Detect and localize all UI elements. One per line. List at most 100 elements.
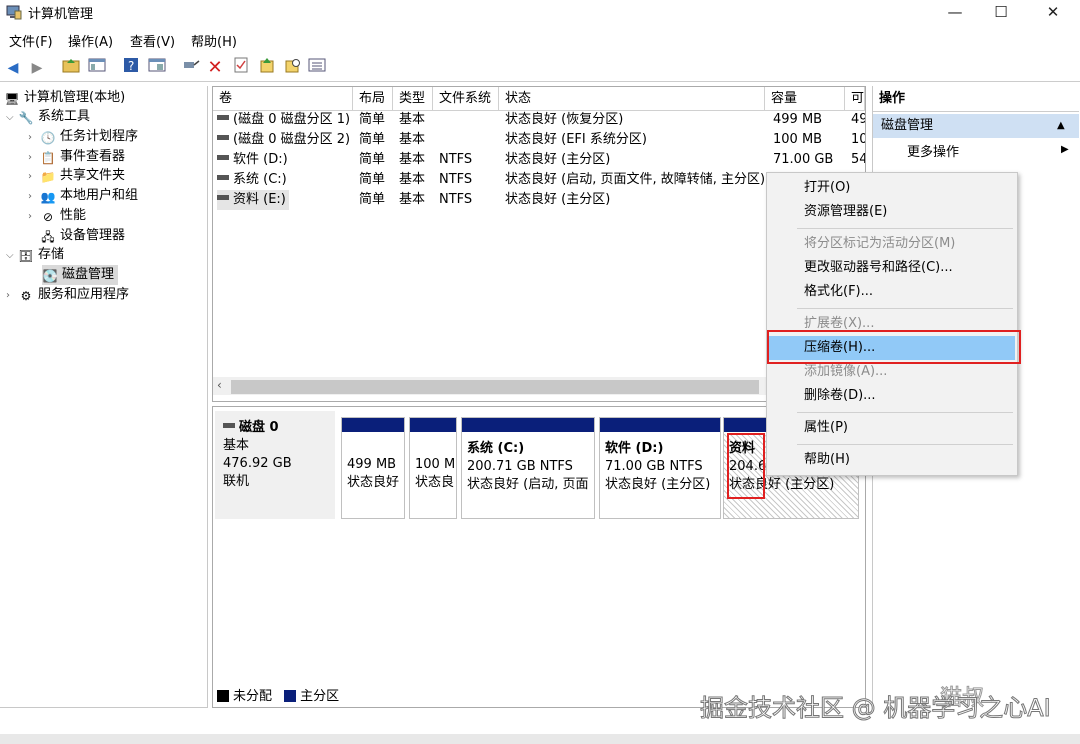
up-folder-icon[interactable] <box>60 57 82 79</box>
column-filesystem[interactable]: 文件系统 <box>433 87 499 111</box>
partition-d[interactable]: 软件 (D:) 71.00 GB NTFS 状态良好 (主分区) <box>599 417 721 519</box>
cell-layout: 简单 <box>359 112 386 127</box>
watermark: 掘金技术社区 @ 机器学习之心AI <box>700 694 1052 723</box>
disk-info[interactable]: 磁盘 0 基本 476.92 GB 联机 <box>215 411 335 519</box>
menu-item-properties[interactable]: 属性(P) <box>769 416 1015 440</box>
minimize-button[interactable]: — <box>932 0 978 26</box>
connect-icon[interactable] <box>180 57 202 79</box>
properties-view-icon[interactable] <box>146 57 168 79</box>
back-icon[interactable]: ◀ <box>2 57 24 79</box>
column-free[interactable]: 可 <box>845 87 865 111</box>
export-icon[interactable] <box>256 57 278 79</box>
help-icon[interactable]: ? <box>120 57 142 79</box>
maximize-button[interactable]: ☐ <box>978 0 1024 26</box>
navigation-tree: 🖥 计算机管理(本地) ⌵ 🔧 系统工具 › 🕓 任务计划程序 › 📋 事件查看器 › 📁 共享文… <box>0 86 208 708</box>
table-row[interactable]: (磁盘 0 磁盘分区 1) 简单 基本 状态良好 (恢复分区) 499 MB 4… <box>213 110 865 130</box>
drive-icon <box>217 135 229 140</box>
tree-item-label: 服务和应用程序 <box>38 287 130 302</box>
collapsed-chevron-icon[interactable]: › <box>6 286 18 306</box>
tools-icon: 🔧 <box>18 111 34 125</box>
menu-action[interactable]: 操作(A) <box>68 31 113 50</box>
volume-name: 资料 (E:) <box>233 192 286 207</box>
menu-item-delete-volume[interactable]: 删除卷(D)... <box>769 384 1015 408</box>
close-button[interactable]: ✕ <box>1030 0 1076 26</box>
drive-icon <box>217 115 229 120</box>
menu-item-help[interactable]: 帮助(H) <box>769 448 1015 472</box>
cell-capacity: 499 MB <box>773 112 823 127</box>
disk-name-row: 磁盘 0 <box>223 419 327 437</box>
partition-c[interactable]: 系统 (C:) 200.71 GB NTFS 状态良好 (启动, 页面 <box>461 417 595 519</box>
collapsed-chevron-icon[interactable]: › <box>28 128 40 148</box>
tree-item-task-scheduler[interactable]: › 🕓 任务计划程序 <box>28 127 138 147</box>
volume-name: 软件 (D:) <box>233 152 288 167</box>
column-capacity[interactable]: 容量 <box>765 87 845 111</box>
collapsed-chevron-icon[interactable]: › <box>28 167 40 187</box>
cell-type: 基本 <box>399 132 426 147</box>
menu-item-explorer[interactable]: 资源管理器(E) <box>769 200 1015 224</box>
tree-item-computer-management[interactable]: 🖥 计算机管理(本地) <box>4 88 125 108</box>
partition-efi[interactable]: 100 M 状态良 <box>409 417 457 519</box>
menu-item-change-drive-letter[interactable]: 更改驱动器号和路径(C)... <box>769 256 1015 280</box>
more-actions[interactable]: 更多操作 <box>907 142 959 164</box>
check-icon[interactable] <box>230 57 252 79</box>
cell-filesystem: NTFS <box>439 192 473 207</box>
expanded-chevron-icon[interactable]: ⌵ <box>6 246 18 266</box>
window-title: 计算机管理 <box>28 7 94 22</box>
column-volume[interactable]: 卷 <box>213 87 353 111</box>
title-bar: 计算机管理 — ☐ ✕ <box>0 0 1080 26</box>
menu-help[interactable]: 帮助(H) <box>191 31 237 50</box>
cell-layout: 简单 <box>359 172 386 187</box>
storage-icon: 🗄 <box>18 249 34 263</box>
tree-item-device-manager[interactable]: 🖧 设备管理器 <box>28 226 125 246</box>
scroll-left-icon[interactable]: ‹ <box>217 378 222 392</box>
drive-icon <box>217 155 229 160</box>
cell-layout: 简单 <box>359 152 386 167</box>
forward-icon[interactable]: ▶ <box>26 57 48 79</box>
collapse-arrow-icon[interactable]: ▲ <box>1057 114 1065 138</box>
partition-recovery[interactable]: 499 MB 状态良好 <box>341 417 405 519</box>
tree-item-services-apps[interactable]: › ⚙ 服务和应用程序 <box>6 285 129 305</box>
cell-free: 49 <box>851 112 865 127</box>
expanded-chevron-icon[interactable]: ⌵ <box>6 108 18 128</box>
tree-item-disk-management[interactable]: 💽 磁盘管理 <box>42 265 119 285</box>
collapsed-chevron-icon[interactable]: › <box>28 187 40 207</box>
menu-item-mark-active: 将分区标记为活动分区(M) <box>804 236 956 251</box>
partition-size: 71.00 GB NTFS <box>605 459 703 474</box>
volume-name: 系统 (C:) <box>233 172 287 187</box>
search-folder-icon[interactable] <box>282 57 304 79</box>
column-layout[interactable]: 布局 <box>353 87 393 111</box>
tree-item-storage[interactable]: ⌵ 🗄 存储 <box>6 245 64 265</box>
table-row[interactable]: (磁盘 0 磁盘分区 2) 简单 基本 状态良好 (EFI 系统分区) 100 … <box>213 130 865 150</box>
actions-section-disk-management[interactable]: 磁盘管理 ▲ <box>873 114 1079 138</box>
tree-item-performance[interactable]: › ⊘ 性能 <box>28 206 86 226</box>
tree-item-local-users[interactable]: › 👥 本地用户和组 <box>28 186 138 206</box>
drive-icon <box>223 423 235 428</box>
cell-type: 基本 <box>399 192 426 207</box>
show-hide-tree-icon[interactable] <box>86 57 108 79</box>
tree-item-system-tools[interactable]: ⌵ 🔧 系统工具 <box>6 107 90 127</box>
tree-item-event-viewer[interactable]: › 📋 事件查看器 <box>28 147 125 167</box>
scrollbar-thumb[interactable] <box>231 380 759 394</box>
cell-layout: 简单 <box>359 132 386 147</box>
tree-item-shared-folders[interactable]: › 📁 共享文件夹 <box>28 166 125 186</box>
menu-view[interactable]: 查看(V) <box>130 31 175 50</box>
tree-item-label: 系统工具 <box>38 109 91 124</box>
collapsed-chevron-icon[interactable]: › <box>28 148 40 168</box>
computer-icon: 🖥 <box>4 92 20 106</box>
menu-file[interactable]: 文件(F) <box>9 31 53 50</box>
cell-status: 状态良好 (主分区) <box>505 152 611 167</box>
collapsed-chevron-icon[interactable]: › <box>28 207 40 227</box>
partition-size: 100 M <box>415 457 456 472</box>
column-type[interactable]: 类型 <box>393 87 433 111</box>
menu-item-format[interactable]: 格式化(F)... <box>769 280 1015 304</box>
menu-item-open[interactable]: 打开(O) <box>769 176 1015 200</box>
cell-free: 10 <box>851 132 865 147</box>
services-icon: ⚙ <box>20 289 32 303</box>
column-status[interactable]: 状态 <box>499 87 765 111</box>
submenu-arrow-icon[interactable]: ▶ <box>1061 144 1069 155</box>
delete-icon[interactable]: ✕ <box>204 57 226 79</box>
device-icon: 🖧 <box>41 230 55 244</box>
svg-text:?: ? <box>128 59 134 73</box>
details-view-icon[interactable] <box>306 57 328 79</box>
table-row[interactable]: 软件 (D:) 简单 基本 NTFS 状态良好 (主分区) 71.00 GB 5… <box>213 150 865 170</box>
